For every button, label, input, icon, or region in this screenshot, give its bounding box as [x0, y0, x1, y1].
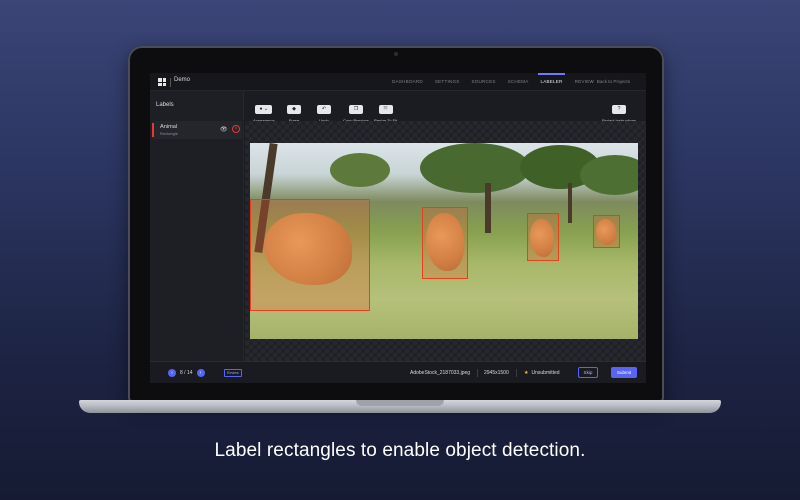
resize-to-fit-tool[interactable]: ⤧ Resize To Fit — [374, 97, 397, 123]
skip-button[interactable]: Skip — [578, 367, 598, 378]
tree-trunk — [568, 183, 572, 223]
labels-title: Labels — [156, 102, 174, 108]
page-indicator: 8 / 14 — [180, 370, 193, 376]
tree-shape — [330, 153, 390, 187]
tab-labeler[interactable]: LABELER — [534, 73, 568, 91]
tree-shape — [580, 155, 638, 195]
tab-dashboard[interactable]: DASHBOARD — [386, 73, 429, 91]
top-nav: Demo DASHBOARD SETTINGS SOURCES SCHEMA L… — [150, 73, 646, 91]
annotation-bbox[interactable] — [527, 213, 559, 261]
remove-label-icon[interactable]: × — [232, 125, 240, 133]
review-tag[interactable]: Review — [224, 369, 242, 377]
label-name: Animal — [160, 124, 178, 130]
question-icon[interactable]: ? — [612, 105, 626, 114]
tab-sources[interactable]: SOURCES — [465, 73, 501, 91]
label-type: Rectangle — [160, 131, 179, 136]
labels-panel: Labels Animal Rectangle 👁 × — [150, 91, 244, 361]
next-page-icon[interactable]: › — [196, 369, 205, 377]
cheetah-photo — [250, 143, 638, 339]
prev-page-icon[interactable]: ‹ — [168, 369, 176, 377]
file-name: AdobeStock_2187033.jpeg — [410, 370, 471, 376]
tree-trunk — [485, 183, 491, 233]
labeler-toolbar: ● ⌄ Appearance ◆ Erase ↶ Undo ❐ Copy Pre… — [245, 91, 646, 123]
chevron-left-icon: ‹ — [591, 79, 593, 84]
undo-icon[interactable]: ↶ — [317, 105, 331, 114]
project-name: Demo — [174, 77, 191, 83]
tab-settings[interactable]: SETTINGS — [429, 73, 466, 91]
app-logo-icon[interactable] — [158, 78, 166, 86]
camera-dot — [394, 52, 398, 56]
fit-icon[interactable]: ⤧ — [378, 105, 393, 114]
app-screen: Demo DASHBOARD SETTINGS SOURCES SCHEMA L… — [150, 73, 646, 383]
copy-icon[interactable]: ❐ — [349, 105, 363, 114]
undo-tool[interactable]: ↶ Undo — [317, 97, 331, 123]
project-instructions-tool[interactable]: ? Project Instructions — [602, 97, 636, 123]
copy-previous-tool[interactable]: ❐ Copy Previous — [343, 97, 369, 123]
nav-divider — [170, 78, 171, 87]
label-color-swatch — [152, 123, 154, 137]
status-badge: ★ Unsubmitted — [524, 370, 560, 376]
divider — [516, 369, 517, 377]
annotation-bbox[interactable] — [593, 215, 620, 248]
laptop-notch — [356, 400, 444, 406]
droplet-icon[interactable]: ● ⌄ — [255, 105, 273, 114]
appearance-tool[interactable]: ● ⌄ Appearance — [253, 97, 275, 123]
eye-icon[interactable]: 👁 — [220, 126, 228, 133]
labeling-canvas[interactable] — [245, 121, 646, 361]
star-icon: ★ — [524, 370, 529, 376]
back-link-label: Back to Projects — [596, 79, 630, 84]
eraser-icon[interactable]: ◆ — [287, 105, 301, 114]
divider — [477, 369, 478, 377]
annotation-bbox[interactable] — [250, 199, 370, 311]
marketing-caption: Label rectangles to enable object detect… — [214, 440, 586, 461]
erase-tool[interactable]: ◆ Erase — [287, 97, 301, 123]
annotation-bbox[interactable] — [422, 207, 468, 279]
label-item-animal[interactable]: Animal Rectangle 👁 × — [152, 121, 242, 139]
tab-schema[interactable]: SCHEMA — [502, 73, 535, 91]
submit-button[interactable]: Submit — [611, 367, 637, 378]
pager: ‹ 8 / 14 › — [168, 369, 205, 377]
image-dimensions: 2945x1500 — [484, 370, 509, 376]
status-text: Unsubmitted — [531, 370, 560, 376]
tree-shape — [420, 143, 530, 193]
nav-tabs: DASHBOARD SETTINGS SOURCES SCHEMA LABELE… — [386, 73, 600, 91]
bottom-bar: ‹ 8 / 14 › Review AdobeStock_2187033.jpe… — [150, 361, 646, 383]
back-to-projects-link[interactable]: ‹ Back to Projects — [591, 73, 634, 91]
